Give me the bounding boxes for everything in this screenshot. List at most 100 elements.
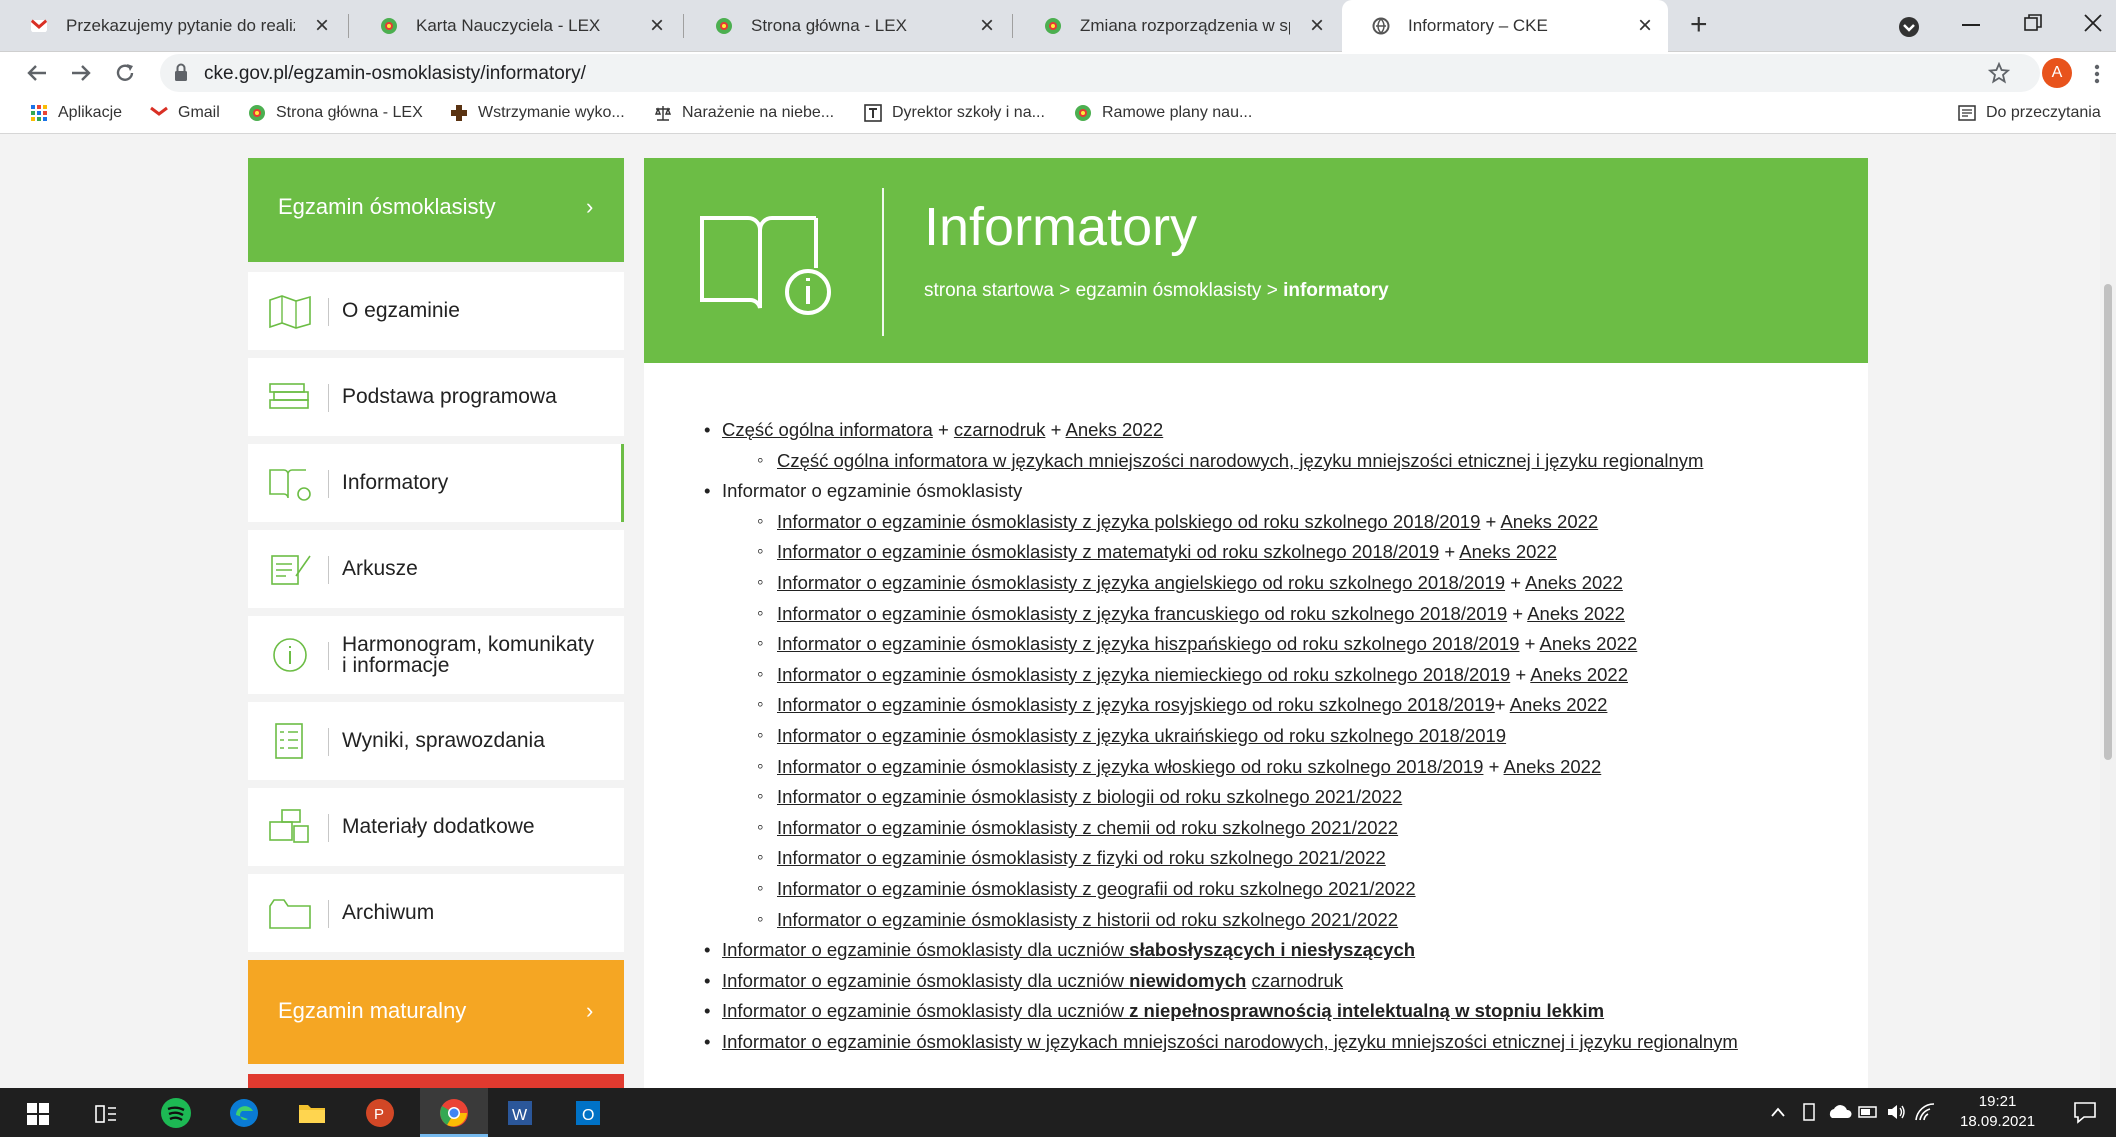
lex-icon <box>1075 105 1091 121</box>
scrollbar-thumb[interactable] <box>2104 284 2112 760</box>
link-aneks[interactable]: Aneks 2022 <box>1504 756 1602 777</box>
tab-informatory[interactable]: Informatory – CKE × <box>1342 0 1668 52</box>
link-czarnodruk[interactable]: czarnodruk <box>954 419 1046 440</box>
sidebar-item-label: Podstawa programowa <box>342 385 557 408</box>
bookmark-dyrektor[interactable]: Dyrektor szkoły i na... <box>864 104 1045 122</box>
new-tab-button[interactable]: + <box>1690 8 1708 42</box>
reading-list-button[interactable]: Do przeczytania <box>1958 104 2101 122</box>
link-aneks[interactable]: Aneks 2022 <box>1510 694 1608 715</box>
link-aneks[interactable]: Aneks 2022 <box>1525 572 1623 593</box>
address-bar[interactable]: cke.gov.pl/egzamin-osmoklasisty/informat… <box>160 54 2040 92</box>
tab-search-icon[interactable] <box>1898 16 1920 38</box>
chrome-icon[interactable] <box>438 1097 470 1129</box>
link-czesc-ogolna[interactable]: Część ogólna informatora <box>722 419 933 440</box>
close-icon[interactable]: × <box>1638 12 1652 40</box>
link-aneks[interactable]: Aneks 2022 <box>1530 664 1628 685</box>
spotify-icon[interactable] <box>160 1097 192 1129</box>
link-aneks[interactable]: Aneks 2022 <box>1527 603 1625 624</box>
sidebar-header-next[interactable] <box>248 1074 624 1088</box>
windows-start-icon[interactable] <box>26 1102 50 1126</box>
forward-arrow-icon[interactable] <box>70 62 92 84</box>
outlook-icon[interactable]: O <box>572 1097 604 1129</box>
tab-zmiana-rozporzadzenia[interactable]: Zmiana rozporządzenia w sprawie × <box>1014 0 1340 52</box>
breadcrumb-home[interactable]: strona startowa <box>924 280 1054 301</box>
link-informator-biologia[interactable]: Informator o egzaminie ósmoklasisty z bi… <box>777 786 1402 807</box>
sidebar-item-informatory[interactable]: Informatory <box>248 444 624 522</box>
notification-icon[interactable] <box>2072 1100 2098 1124</box>
link-aneks[interactable]: Aneks 2022 <box>1459 541 1557 562</box>
chevron-up-icon[interactable] <box>1770 1106 1786 1118</box>
page-scrollbar[interactable] <box>2100 134 2116 1088</box>
task-view-icon[interactable] <box>94 1102 118 1126</box>
link-informator-mniejszosci[interactable]: Informator o egzaminie ósmoklasisty w ję… <box>722 1031 1738 1052</box>
link-aneks[interactable]: Aneks 2022 <box>1540 633 1638 654</box>
sidebar-item-o-egzaminie[interactable]: O egzaminie <box>248 272 624 350</box>
breadcrumb-egzamin[interactable]: egzamin ósmoklasisty <box>1076 280 1262 301</box>
link-informator-niemiecki[interactable]: Informator o egzaminie ósmoklasisty z ję… <box>777 664 1510 685</box>
link-informator-niewidomi[interactable]: Informator o egzaminie ósmoklasisty dla … <box>722 970 1246 991</box>
close-icon[interactable]: × <box>1310 12 1324 40</box>
link-informator-wloski[interactable]: Informator o egzaminie ósmoklasisty z ję… <box>777 756 1483 777</box>
bookmark-gmail[interactable]: Gmail <box>150 104 220 122</box>
link-aneks[interactable]: Aneks 2022 <box>1066 419 1164 440</box>
device-icon[interactable] <box>1800 1102 1818 1122</box>
wifi-icon[interactable] <box>1914 1102 1936 1122</box>
link-czarnodruk[interactable]: czarnodruk <box>1252 970 1344 991</box>
volume-icon[interactable] <box>1886 1102 1908 1122</box>
breadcrumb-separator: > <box>1059 280 1071 301</box>
menu-kebab-icon[interactable] <box>2094 64 2100 84</box>
close-icon[interactable]: × <box>650 12 664 40</box>
sidebar-header-egzamin-osmoklasisty[interactable]: Egzamin ósmoklasisty › <box>248 158 624 262</box>
bookmark-apps[interactable]: Aplikacje <box>30 104 122 122</box>
link-informator-geografia[interactable]: Informator o egzaminie ósmoklasisty z ge… <box>777 878 1416 899</box>
edge-icon[interactable] <box>228 1097 260 1129</box>
bookmark-narazenie[interactable]: Narażenie na niebe... <box>654 104 834 122</box>
battery-icon[interactable] <box>1858 1105 1880 1119</box>
link-informator-matematyka[interactable]: Informator o egzaminie ósmoklasisty z ma… <box>777 541 1439 562</box>
reload-icon[interactable] <box>114 62 136 84</box>
sidebar-item-wyniki[interactable]: Wyniki, sprawozdania <box>248 702 624 780</box>
item-separator <box>328 298 329 326</box>
link-informator-chemia[interactable]: Informator o egzaminie ósmoklasisty z ch… <box>777 817 1398 838</box>
powerpoint-icon[interactable]: P <box>364 1097 396 1129</box>
bookmark-label: Dyrektor szkoły i na... <box>892 104 1045 121</box>
minimize-icon[interactable] <box>1962 24 1980 28</box>
sidebar-item-materialy[interactable]: Materiały dodatkowe <box>248 788 624 866</box>
close-icon[interactable]: × <box>315 12 329 40</box>
link-informator-slabosluszacy[interactable]: Informator o egzaminie ósmoklasisty dla … <box>722 939 1415 960</box>
bookmark-ramowe-plany[interactable]: Ramowe plany nau... <box>1074 104 1252 122</box>
link-informator-polski[interactable]: Informator o egzaminie ósmoklasisty z ję… <box>777 511 1480 532</box>
back-arrow-icon[interactable] <box>26 62 48 84</box>
profile-avatar[interactable]: A <box>2042 58 2072 88</box>
bookmark-lex-home[interactable]: Strona główna - LEX <box>248 104 423 122</box>
close-icon[interactable]: × <box>980 12 994 40</box>
sidebar-item-harmonogram[interactable]: Harmonogram, komunikaty i informacje <box>248 616 624 694</box>
link-informator-historia[interactable]: Informator o egzaminie ósmoklasisty z hi… <box>777 909 1398 930</box>
item-separator <box>328 384 329 412</box>
link-informator-niepelnosprawnosc[interactable]: Informator o egzaminie ósmoklasisty dla … <box>722 1000 1604 1021</box>
link-informator-fizyka[interactable]: Informator o egzaminie ósmoklasisty z fi… <box>777 847 1386 868</box>
link-aneks[interactable]: Aneks 2022 <box>1500 511 1598 532</box>
bookmark-wstrzymanie[interactable]: Wstrzymanie wyko... <box>450 104 625 122</box>
file-explorer-icon[interactable] <box>296 1097 328 1129</box>
link-czesc-ogolna-mniejszosci[interactable]: Część ogólna informatora w językach mnie… <box>777 450 1703 471</box>
sidebar-item-archiwum[interactable]: Archiwum <box>248 874 624 952</box>
tab-strona-glowna[interactable]: Strona główna - LEX × <box>685 0 1010 52</box>
sidebar-header-egzamin-maturalny[interactable]: Egzamin maturalny › <box>248 960 624 1064</box>
plus-sign: + <box>937 419 949 440</box>
link-informator-ukrainski[interactable]: Informator o egzaminie ósmoklasisty z ję… <box>777 725 1506 746</box>
taskbar-clock[interactable]: 19:21 18.09.2021 <box>1960 1092 2035 1132</box>
restore-icon[interactable] <box>2024 14 2042 32</box>
onedrive-icon[interactable] <box>1828 1104 1852 1120</box>
bookmark-star-icon[interactable] <box>1988 62 2010 84</box>
tab-gmail[interactable]: Przekazujemy pytanie do realizac × <box>0 0 345 52</box>
link-informator-rosyjski[interactable]: Informator o egzaminie ósmoklasisty z ję… <box>777 694 1495 715</box>
link-informator-hiszpanski[interactable]: Informator o egzaminie ósmoklasisty z ję… <box>777 633 1519 654</box>
window-close-icon[interactable] <box>2084 14 2102 32</box>
sidebar-item-arkusze[interactable]: Arkusze <box>248 530 624 608</box>
link-informator-angielski[interactable]: Informator o egzaminie ósmoklasisty z ję… <box>777 572 1505 593</box>
sidebar-item-podstawa-programowa[interactable]: Podstawa programowa <box>248 358 624 436</box>
word-icon[interactable]: W <box>504 1097 536 1129</box>
link-informator-francuski[interactable]: Informator o egzaminie ósmoklasisty z ję… <box>777 603 1507 624</box>
tab-karta-nauczyciela[interactable]: Karta Nauczyciela - LEX × <box>350 0 680 52</box>
